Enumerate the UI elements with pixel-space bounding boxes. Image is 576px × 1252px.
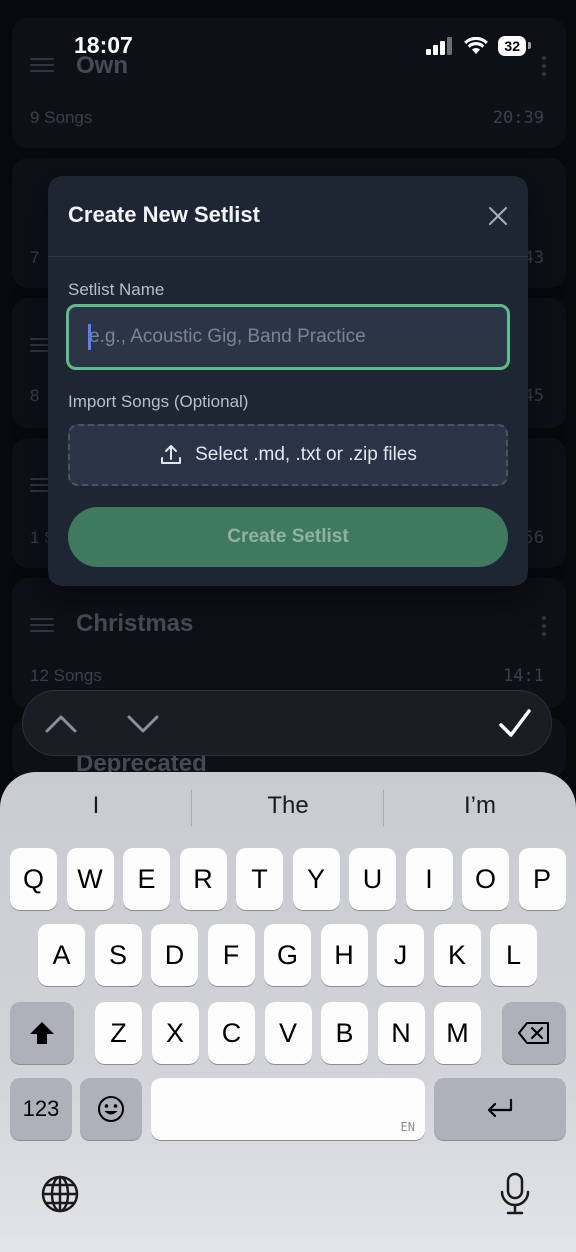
software-keyboard: I The I’m QWERTYUIOPASDFGHJKLZXCVBNM 123… (0, 772, 576, 1252)
emoji-key[interactable] (80, 1078, 142, 1140)
shift-key[interactable] (10, 1002, 74, 1064)
battery-icon: 32 (498, 36, 531, 56)
letter-key[interactable]: O (462, 848, 509, 910)
modal-title: Create New Setlist (68, 202, 260, 227)
letter-key[interactable]: N (377, 1002, 425, 1064)
suggestion-item[interactable]: I (0, 792, 192, 820)
letter-key[interactable]: R (179, 848, 227, 910)
backspace-icon (518, 1022, 549, 1044)
letter-key[interactable]: D (151, 924, 198, 986)
create-setlist-modal: Create New Setlist Setlist Name Import S… (48, 176, 528, 586)
letter-key[interactable]: C (208, 1002, 255, 1064)
import-files-label: Select .md, .txt or .zip files (195, 444, 417, 465)
letter-key[interactable]: P (518, 848, 566, 910)
wifi-icon (464, 37, 489, 54)
text-caret (88, 324, 91, 350)
cellular-signal-icon (426, 37, 453, 55)
letter-key[interactable]: B (321, 1002, 368, 1064)
checkmark-icon[interactable] (497, 707, 533, 741)
setlist-name-input[interactable] (66, 304, 510, 370)
setlist-name-label: Setlist Name (68, 280, 165, 299)
letter-key[interactable]: J (377, 924, 424, 986)
letter-key[interactable]: X (151, 1002, 199, 1064)
import-songs-label: Import Songs (Optional) (68, 392, 249, 411)
delete-key[interactable] (502, 1002, 566, 1064)
letter-key[interactable]: F (207, 924, 255, 986)
letter-key[interactable]: T (236, 848, 283, 910)
close-icon[interactable] (486, 204, 510, 228)
letter-key[interactable]: I (405, 848, 453, 910)
microphone-icon[interactable] (498, 1172, 532, 1216)
letter-key[interactable]: K (433, 924, 481, 986)
letter-key[interactable]: V (264, 1002, 312, 1064)
letter-key[interactable]: A (38, 924, 85, 986)
letter-key[interactable]: Y (292, 848, 340, 910)
emoji-icon (98, 1096, 124, 1122)
suggestion-bar: I The I’m (0, 772, 576, 842)
letter-key[interactable]: L (490, 924, 537, 986)
return-icon (487, 1098, 513, 1118)
create-setlist-button[interactable]: Create Setlist (68, 507, 508, 567)
letter-key[interactable]: Z (95, 1002, 142, 1064)
chevron-up-icon[interactable] (43, 707, 79, 741)
globe-icon[interactable] (40, 1174, 80, 1214)
suggestion-item[interactable]: The (192, 792, 384, 820)
return-key[interactable] (434, 1078, 566, 1140)
letter-key[interactable]: W (66, 848, 114, 910)
status-time: 18:07 (74, 32, 133, 58)
letter-key[interactable]: Q (10, 848, 57, 910)
letter-key[interactable]: G (264, 924, 311, 986)
chevron-down-icon[interactable] (125, 707, 161, 741)
modal-divider (48, 256, 528, 257)
letter-key[interactable]: E (123, 848, 170, 910)
status-icons: 32 (426, 36, 531, 56)
import-files-button[interactable]: Select .md, .txt or .zip files (68, 424, 508, 486)
letter-key[interactable]: S (94, 924, 142, 986)
keyboard-language-label: EN (400, 1120, 415, 1134)
numbers-key[interactable]: 123 (10, 1078, 72, 1140)
letter-key[interactable]: U (349, 848, 396, 910)
space-key[interactable]: EN (151, 1078, 425, 1140)
letter-key[interactable]: H (320, 924, 368, 986)
letter-key[interactable]: M (434, 1002, 481, 1064)
upload-icon (161, 445, 182, 464)
suggestion-item[interactable]: I’m (384, 792, 576, 820)
shift-icon (30, 1022, 54, 1044)
keyboard-accessory-bar (22, 690, 552, 756)
